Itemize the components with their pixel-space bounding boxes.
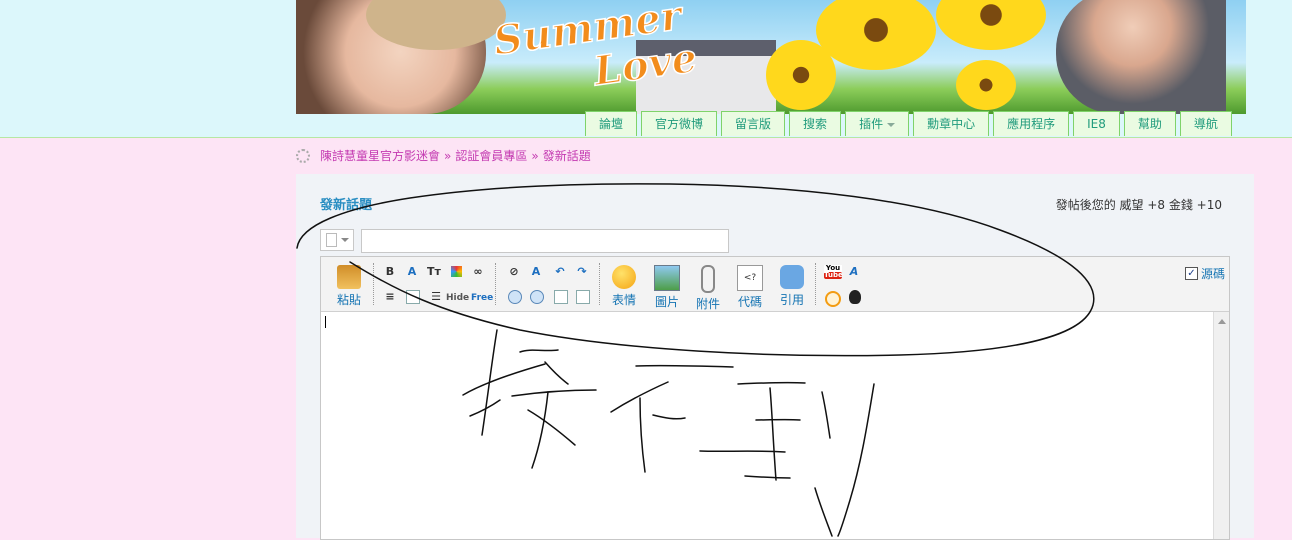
banner-flower: [816, 0, 936, 70]
toolbar-divider: [373, 263, 374, 305]
nav-item-forum[interactable]: 論壇: [585, 111, 637, 136]
formula-icon[interactable]: [576, 290, 590, 304]
flash-icon[interactable]: [530, 290, 544, 304]
scroll-up-icon[interactable]: [1218, 319, 1226, 324]
bold-button[interactable]: B: [383, 265, 397, 279]
align-left-icon[interactable]: ≡: [383, 290, 397, 304]
paste-button[interactable]: 粘貼: [331, 265, 367, 308]
nav-item-guestbook[interactable]: 留言版: [721, 111, 785, 136]
site-banner[interactable]: Summer Love: [296, 0, 1246, 114]
post-editor: 粘貼 B A Tт ∞ ≡ ☰ Hide Free ⊘ A ↶ ↷: [320, 256, 1230, 540]
home-icon[interactable]: [296, 149, 310, 163]
source-toggle[interactable]: ✓ 源碼: [1185, 265, 1225, 282]
nav-item-ie8[interactable]: IE8: [1073, 111, 1120, 136]
page-icon[interactable]: [554, 290, 568, 304]
breadcrumb-link[interactable]: 認証會員專區: [455, 148, 527, 164]
editor-scrollbar[interactable]: [1213, 312, 1229, 539]
banner-flower: [956, 60, 1016, 110]
breadcrumb: 陳詩慧童星官方影迷會 » 認証會員專區 » 發新話題: [296, 148, 591, 164]
face-icon[interactable]: [825, 291, 841, 307]
nav-item-navigation[interactable]: 導航: [1180, 111, 1232, 136]
media-icon[interactable]: [508, 290, 522, 304]
banner-photo-right: [1056, 0, 1226, 114]
chevron-down-icon: [887, 123, 895, 127]
main-nav: 論壇 官方微博 留言版 搜索 插件 勳章中心 應用程序 IE8 幫助 導航: [585, 111, 1236, 137]
subject-input[interactable]: [361, 229, 729, 253]
banner-flower: [936, 0, 1046, 50]
editor-toolbar: 粘貼 B A Tт ∞ ≡ ☰ Hide Free ⊘ A ↶ ↷: [321, 257, 1229, 312]
source-checkbox[interactable]: ✓: [1185, 267, 1198, 280]
breadcrumb-separator: »: [531, 148, 538, 164]
paperclip-icon: [701, 265, 715, 293]
post-panel: 發新話題 發帖後您的 威望 +8 金錢 +10 粘貼 B A Tт ∞ ≡ ☰ …: [296, 174, 1254, 538]
redo-icon[interactable]: ↷: [575, 265, 589, 279]
chevron-down-icon: [341, 238, 349, 242]
list-icon[interactable]: ☰: [429, 290, 443, 304]
unlink-icon[interactable]: ⊘: [507, 265, 521, 279]
breadcrumb-link[interactable]: 陳詩慧童星官方影迷會: [320, 148, 440, 164]
hide-button[interactable]: Hide: [446, 293, 469, 303]
attachment-button[interactable]: 附件: [690, 265, 726, 312]
image-button[interactable]: 圖片: [649, 265, 685, 310]
youtube-icon[interactable]: YouTube: [824, 265, 842, 279]
free-button[interactable]: Free: [471, 293, 493, 303]
image-icon: [654, 265, 680, 291]
nav-item-weibo[interactable]: 官方微博: [641, 111, 717, 136]
page-title: 發新話題: [320, 194, 372, 213]
toolbar-divider: [815, 263, 816, 305]
toolbar-divider: [495, 263, 496, 305]
document-icon: [326, 233, 337, 247]
editor-content[interactable]: [321, 312, 1213, 539]
code-button[interactable]: <? 代碼: [732, 265, 768, 310]
post-type-select[interactable]: [320, 229, 354, 251]
text-caret: [325, 316, 326, 328]
nav-item-apps[interactable]: 應用程序: [993, 111, 1069, 136]
clipboard-icon: [337, 265, 361, 289]
qq-penguin-icon[interactable]: [849, 290, 861, 304]
code-icon: <?: [737, 265, 763, 291]
quote-icon: [780, 265, 804, 289]
nav-item-medals[interactable]: 勳章中心: [913, 111, 989, 136]
reward-info: 發帖後您的 威望 +8 金錢 +10: [1056, 196, 1222, 213]
font-style-icon[interactable]: A: [847, 265, 861, 279]
font-size-button[interactable]: Tт: [427, 265, 441, 279]
table-icon[interactable]: [406, 290, 420, 304]
nav-item-help[interactable]: 幫助: [1124, 111, 1176, 136]
breadcrumb-current: 發新話題: [543, 148, 591, 164]
emoticon-button[interactable]: 表情: [606, 265, 642, 308]
toolbar-divider: [599, 263, 600, 305]
nav-item-plugins[interactable]: 插件: [845, 111, 909, 136]
link-icon[interactable]: ∞: [471, 265, 485, 279]
color-palette-icon[interactable]: [451, 266, 462, 277]
font-icon[interactable]: A: [405, 265, 419, 279]
breadcrumb-separator: »: [444, 148, 451, 164]
nav-item-search[interactable]: 搜索: [789, 111, 841, 136]
remove-format-icon[interactable]: A: [529, 265, 543, 279]
quote-button[interactable]: 引用: [774, 265, 810, 308]
undo-icon[interactable]: ↶: [553, 265, 567, 279]
source-label: 源碼: [1201, 265, 1225, 282]
smiley-icon: [612, 265, 636, 289]
